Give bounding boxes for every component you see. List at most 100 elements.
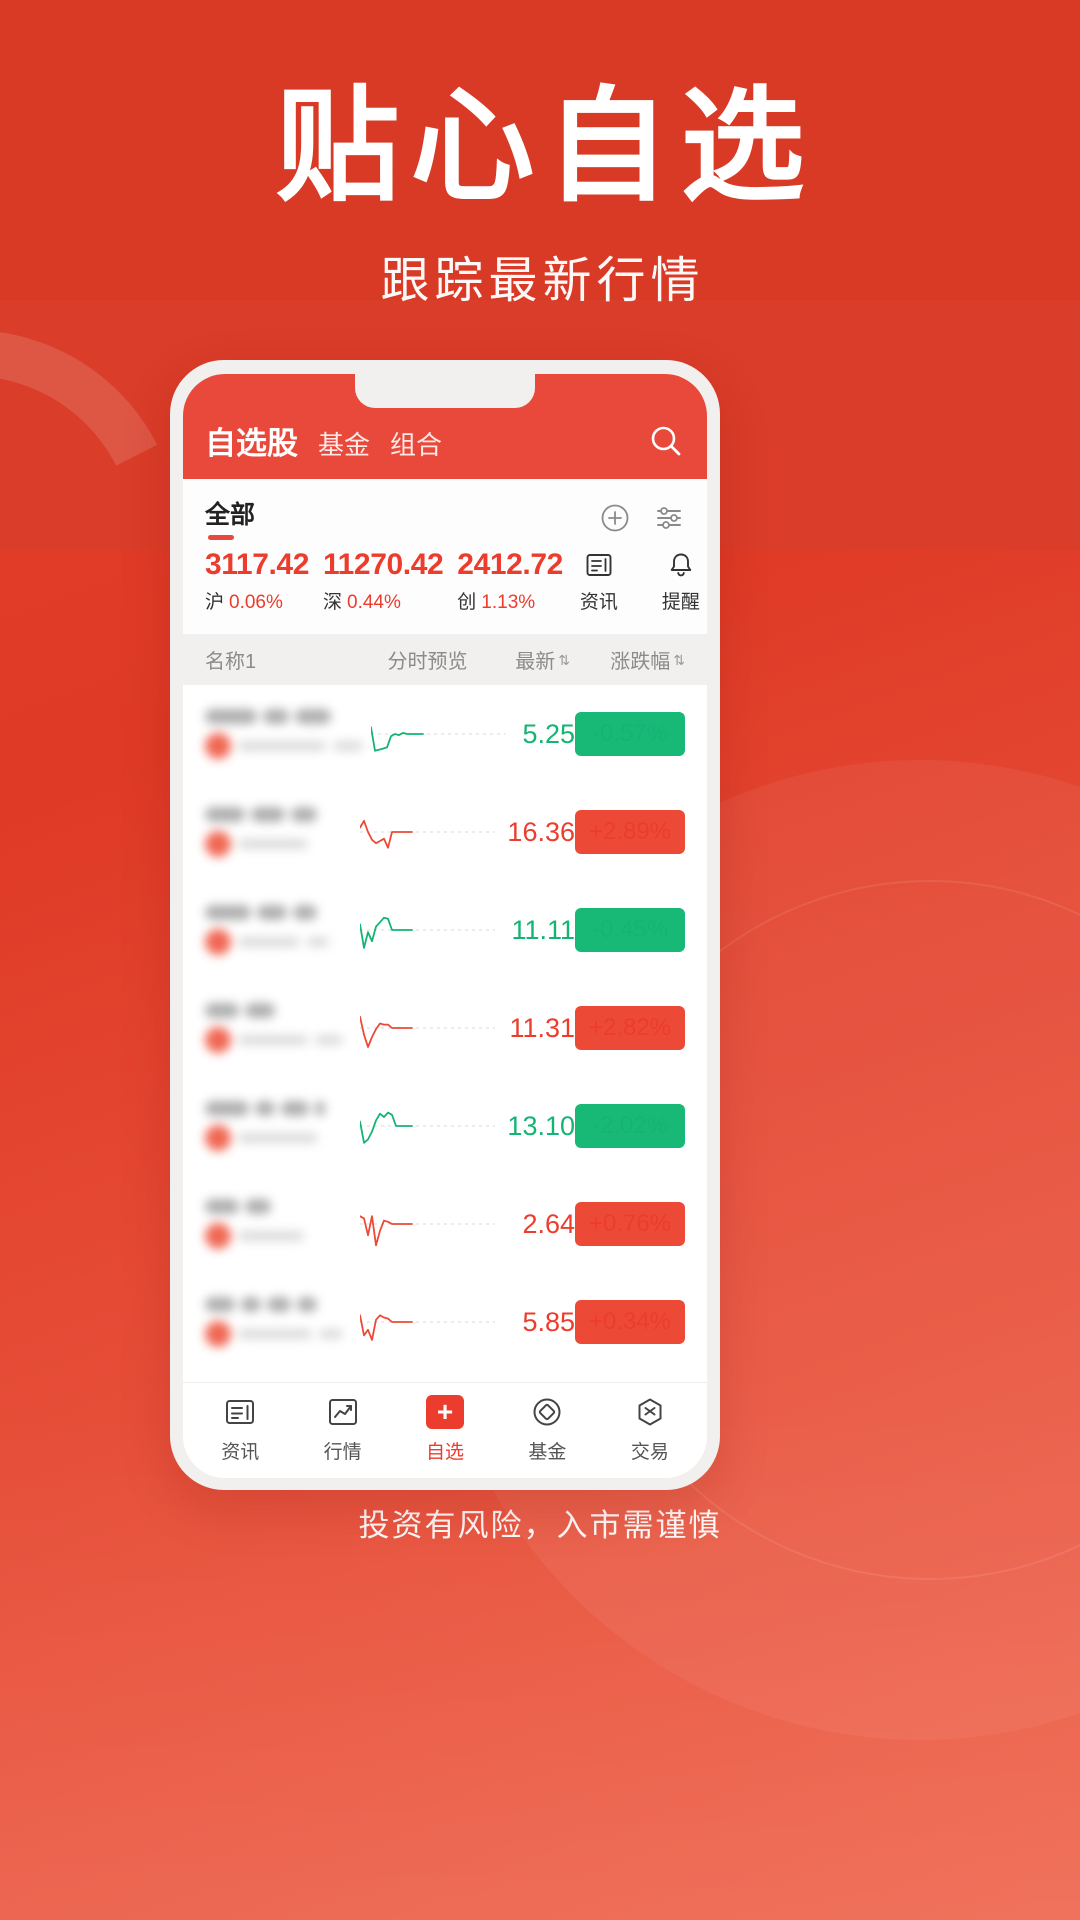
- tool-label: 资讯: [579, 592, 618, 613]
- index-market-label: 沪: [205, 592, 225, 613]
- sparkline-chart: [352, 1196, 496, 1252]
- phone-screen: 自选股 基金 组合 全部 3117.42 沪 0.06% 11270.42 深 …: [183, 374, 707, 1478]
- change-cell: -0.45%: [575, 908, 685, 952]
- nav-item-trade[interactable]: 交易: [599, 1393, 701, 1464]
- column-header-last[interactable]: 最新 ⇅: [475, 645, 570, 674]
- phone-mockup: 自选股 基金 组合 全部 3117.42 沪 0.06% 11270.42 深 …: [170, 360, 720, 1490]
- index-value: 3117.42: [205, 548, 309, 581]
- last-price: 13.10: [507, 1110, 575, 1141]
- news-icon: [571, 548, 627, 582]
- change-badge: -2.02%: [575, 1104, 685, 1148]
- group-row: 全部: [183, 479, 707, 546]
- hero-section: 贴心自选 跟踪最新行情: [0, 0, 1080, 312]
- plus-icon: +: [394, 1393, 496, 1431]
- table-row[interactable]: 16.36 +2.89%: [183, 783, 707, 881]
- tab-funds[interactable]: 基金: [318, 425, 370, 462]
- plus-circle-icon[interactable]: [599, 502, 631, 534]
- tab-portfolio[interactable]: 组合: [390, 425, 442, 462]
- nav-item-news[interactable]: 资讯: [189, 1393, 291, 1464]
- index-market-label: 创: [457, 592, 477, 613]
- stock-name-cell: [205, 807, 352, 857]
- tool-alerts[interactable]: 提醒: [653, 548, 707, 614]
- nav-label: 基金: [528, 1442, 567, 1463]
- stock-name-cell: [205, 1199, 352, 1249]
- stock-name-cell: [205, 1101, 352, 1151]
- change-cell: -2.02%: [575, 1104, 685, 1148]
- last-price: 11.31: [509, 1012, 575, 1043]
- table-row[interactable]: 5.85 +0.34%: [183, 1273, 707, 1371]
- nav-item-fund[interactable]: 基金: [496, 1393, 598, 1464]
- nav-label: 资讯: [221, 1442, 260, 1463]
- change-badge: -0.57%: [575, 712, 685, 756]
- sparkline-chart: [352, 902, 496, 958]
- tab-watchlist[interactable]: 自选股: [205, 418, 298, 463]
- bottom-nav: 资讯 行情 + 自选 基金 交易: [183, 1382, 707, 1478]
- hero-subtitle: 跟踪最新行情: [380, 253, 705, 308]
- group-name-all[interactable]: 全部: [205, 495, 255, 540]
- index-item-cyb[interactable]: 2412.72 创 1.13%: [457, 548, 563, 614]
- phone-notch: [355, 374, 535, 408]
- last-price: 16.36: [507, 816, 575, 847]
- tool-news[interactable]: 资讯: [571, 548, 627, 614]
- stock-name-masked: [205, 905, 352, 955]
- column-header-last-label: 最新: [515, 651, 556, 673]
- change-cell: +2.89%: [575, 810, 685, 854]
- index-value: 2412.72: [457, 548, 563, 581]
- stock-name-cell: [205, 709, 363, 759]
- news-icon: [189, 1393, 291, 1431]
- change-badge: +2.89%: [575, 810, 685, 854]
- stock-name-masked: [205, 1297, 352, 1347]
- stock-name-cell: [205, 1297, 352, 1347]
- group-actions: [599, 502, 685, 534]
- tool-label: 提醒: [661, 592, 700, 613]
- stock-name-masked: [205, 1101, 352, 1151]
- index-summary: 3117.42 沪 0.06% 11270.42 深 0.44% 2412.72 创…: [183, 546, 707, 634]
- index-change: 1.13%: [481, 592, 536, 613]
- change-badge: +2.82%: [575, 1006, 685, 1050]
- sort-arrows-icon: ⇅: [558, 651, 570, 668]
- sparkline-chart: [352, 1000, 496, 1056]
- stock-name-cell: [205, 905, 352, 955]
- index-value: 11270.42: [323, 548, 444, 581]
- table-row[interactable]: 11.11 -0.45%: [183, 881, 707, 979]
- sparkline-chart: [352, 804, 496, 860]
- nav-label: 交易: [630, 1442, 669, 1463]
- plus-box: +: [426, 1395, 465, 1429]
- stock-name-masked: [205, 709, 363, 759]
- change-cell: +0.34%: [575, 1300, 685, 1344]
- index-meta: 沪 0.06%: [205, 587, 309, 614]
- sparkline-chart: [352, 1098, 496, 1154]
- nav-item-watchlist[interactable]: + 自选: [394, 1393, 496, 1464]
- stock-name-masked: [205, 1003, 352, 1053]
- nav-item-market[interactable]: 行情: [291, 1393, 393, 1464]
- fund-icon: [496, 1393, 598, 1431]
- last-price: 5.85: [522, 1306, 575, 1337]
- column-header-change-label: 涨跌幅: [610, 651, 671, 673]
- stock-name-masked: [205, 1199, 352, 1249]
- table-row[interactable]: 2.64 +0.76%: [183, 1175, 707, 1273]
- index-item-sz[interactable]: 11270.42 深 0.44%: [323, 548, 444, 614]
- index-change: 0.44%: [347, 592, 401, 613]
- column-header-change[interactable]: 涨跌幅 ⇅: [570, 645, 685, 674]
- table-row[interactable]: 5.25 -0.57%: [183, 685, 707, 783]
- table-row[interactable]: 13.10 -2.02%: [183, 1077, 707, 1175]
- search-icon[interactable]: [647, 422, 685, 460]
- stock-name-cell: [205, 1003, 352, 1053]
- index-list: 3117.42 沪 0.06% 11270.42 深 0.44% 2412.72 创…: [205, 548, 563, 614]
- change-badge: +0.34%: [575, 1300, 685, 1344]
- table-row[interactable]: 11.31 +2.82%: [183, 979, 707, 1077]
- top-tabs: 自选股 基金 组合: [205, 418, 442, 463]
- change-badge: -0.45%: [575, 908, 685, 952]
- index-meta: 深 0.44%: [323, 587, 443, 614]
- column-header-spark: 分时预览: [387, 651, 468, 673]
- trade-icon: [599, 1393, 701, 1431]
- table-row[interactable]: 14.33-0.56%: [183, 1371, 707, 1382]
- sort-list-icon[interactable]: [653, 502, 685, 534]
- index-market-label: 深: [323, 592, 343, 613]
- last-price: 5.25: [522, 718, 575, 749]
- hero-title: 贴心自选: [275, 78, 816, 216]
- column-header-name: 名称1: [205, 651, 257, 673]
- stock-list[interactable]: 5.25 -0.57% 16.36 +2.89% 11.11 -0.45% 11.31 +2.…: [183, 685, 707, 1382]
- index-item-sh[interactable]: 3117.42 沪 0.06%: [205, 548, 309, 614]
- index-meta: 创 1.13%: [457, 587, 563, 614]
